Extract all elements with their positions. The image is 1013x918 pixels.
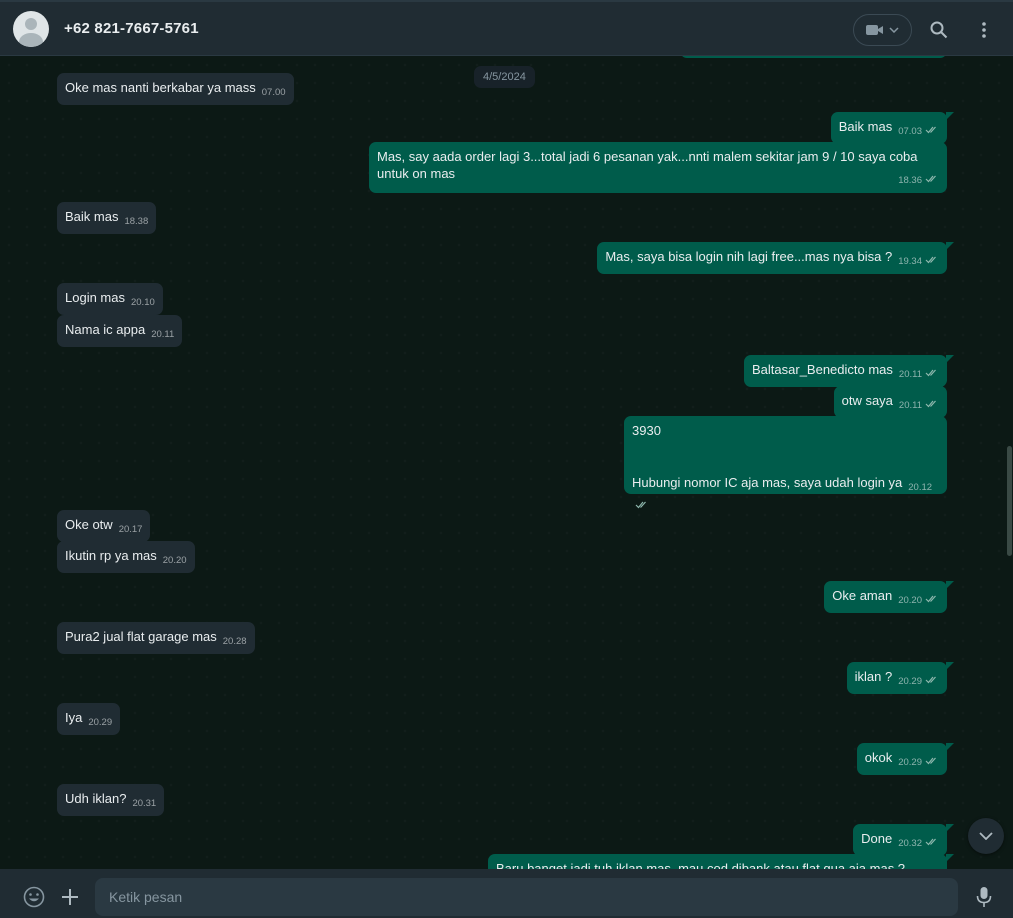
message-incoming[interactable]: Nama ic appa 20.11 (57, 315, 183, 347)
message-time: 07.00 (261, 87, 286, 98)
video-call-button[interactable] (853, 14, 912, 46)
message-time: 20.20 (898, 595, 922, 606)
message-text: otw saya (841, 393, 893, 408)
double-check-icon (925, 400, 936, 408)
chevron-down-icon (889, 27, 899, 33)
message-incoming[interactable]: Udh iklan? 20.31 (57, 784, 165, 816)
message-text: Udh iklan? (65, 791, 127, 806)
message-incoming[interactable]: Oke otw 20.17 (57, 510, 151, 542)
message-time: 20.12 (908, 482, 933, 493)
search-button[interactable] (925, 16, 953, 44)
message-text: Oke aman (832, 588, 893, 603)
message-outgoing[interactable]: okok 20.29 (856, 743, 954, 775)
attach-button[interactable] (57, 884, 83, 910)
default-avatar-icon[interactable] (13, 11, 49, 47)
message-incoming[interactable]: Oke mas nanti berkabar ya mass 07.00 (57, 73, 294, 105)
message-text: Nama ic appa (65, 322, 146, 337)
contact-name[interactable]: +62 821-7667-5761 (64, 20, 199, 37)
message-outgoing[interactable]: Baltasar_Benedicto mas 20.11 (744, 355, 954, 387)
double-check-icon (925, 256, 936, 264)
message-text: Baltasar_Benedicto mas (752, 362, 893, 377)
message-text: Done (861, 831, 893, 846)
message-time: 20.29 (898, 757, 922, 768)
scrollbar-thumb[interactable] (1007, 446, 1012, 556)
message-text: Pura2 jual flat garage mas (65, 629, 217, 644)
double-check-icon (925, 369, 936, 377)
message-time: 20.29 (898, 676, 922, 687)
message-text: Baru banget jadi tuh iklan mas, mau cod … (496, 861, 906, 869)
double-check-icon (925, 757, 936, 765)
plus-icon (62, 889, 78, 905)
message-text: Oke mas nanti berkabar ya mass (65, 80, 256, 95)
more-vertical-icon (982, 22, 986, 38)
message-time: 20.17 (118, 524, 143, 535)
search-icon (930, 21, 948, 39)
microphone-icon (976, 887, 992, 907)
message-bubble-partial (680, 56, 947, 58)
message-text: Mas, say aada order lagi 3...total jadi … (377, 149, 918, 181)
chevron-down-icon (979, 832, 993, 840)
message-outgoing[interactable]: 3930 Hubungi nomor IC aja mas, saya udah… (624, 416, 947, 509)
video-camera-icon (866, 25, 883, 35)
chat-header: +62 821-7667-5761 (0, 0, 1013, 56)
double-check-icon (925, 126, 936, 134)
date-separator: 4/5/2024 (474, 66, 535, 88)
double-check-icon (925, 595, 936, 603)
message-time: 19.34 (898, 256, 922, 267)
voice-message-button[interactable] (971, 884, 997, 910)
double-check-icon (635, 501, 646, 509)
message-text: iklan ? (854, 669, 893, 684)
message-time: 20.11 (898, 400, 922, 411)
message-text: Baik mas (65, 209, 119, 224)
menu-button[interactable] (970, 16, 998, 44)
message-input[interactable] (95, 878, 958, 916)
message-outgoing[interactable]: iklan ? 20.29 (846, 662, 954, 694)
message-text-line: Hubungi nomor IC aja mas, saya udah logi… (632, 475, 903, 490)
message-incoming[interactable]: Iya 20.29 (57, 703, 121, 735)
message-outgoing[interactable]: Baik mas 07.03 (830, 112, 954, 144)
message-text-line: 3930 (632, 423, 661, 438)
message-text: Login mas (65, 290, 125, 305)
scroll-to-bottom-button[interactable] (968, 818, 1004, 854)
message-time: 18.36 (898, 175, 922, 186)
message-outgoing[interactable]: otw saya 20.11 (833, 386, 947, 418)
double-check-icon (925, 676, 936, 684)
message-time: 07.03 (898, 126, 922, 137)
message-time: 20.29 (88, 717, 113, 728)
composer-bar (0, 869, 1013, 918)
message-incoming[interactable]: Ikutin rp ya mas 20.20 (57, 541, 195, 573)
message-incoming[interactable]: Pura2 jual flat garage mas 20.28 (57, 622, 255, 654)
message-outgoing[interactable]: Mas, say aada order lagi 3...total jadi … (369, 142, 947, 193)
message-outgoing[interactable]: Mas, saya bisa login nih lagi free...mas… (597, 242, 954, 274)
message-time: 20.11 (898, 369, 922, 380)
message-time: 20.10 (130, 297, 155, 308)
message-time: 20.31 (132, 798, 157, 809)
message-list[interactable]: 4/5/2024 Oke mas nanti berkabar ya mass 0… (0, 56, 1013, 869)
message-text: Baik mas (838, 119, 893, 134)
message-outgoing[interactable]: Baru banget jadi tuh iklan mas, mau cod … (488, 854, 954, 869)
message-outgoing[interactable]: Oke aman 20.20 (824, 581, 954, 613)
message-incoming[interactable]: Baik mas 18.38 (57, 202, 157, 234)
message-incoming[interactable]: Login mas 20.10 (57, 283, 163, 315)
emoji-button[interactable] (21, 884, 47, 910)
message-time: 20.11 (151, 329, 175, 340)
double-check-icon (925, 175, 936, 183)
message-text: Iya (65, 710, 83, 725)
message-text: Mas, saya bisa login nih lagi free...mas… (605, 249, 893, 264)
message-time: 20.28 (222, 636, 247, 647)
double-check-icon (925, 838, 936, 846)
message-text: Ikutin rp ya mas (65, 548, 157, 563)
message-time: 18.38 (124, 216, 149, 227)
message-time: 20.32 (898, 838, 922, 849)
message-text: okok (864, 750, 893, 765)
emoji-icon (23, 886, 45, 908)
scrollbar[interactable] (1005, 56, 1013, 869)
message-outgoing[interactable]: Done 20.32 (853, 824, 954, 856)
message-time: 20.20 (162, 555, 187, 566)
message-text: Oke otw (65, 517, 113, 532)
